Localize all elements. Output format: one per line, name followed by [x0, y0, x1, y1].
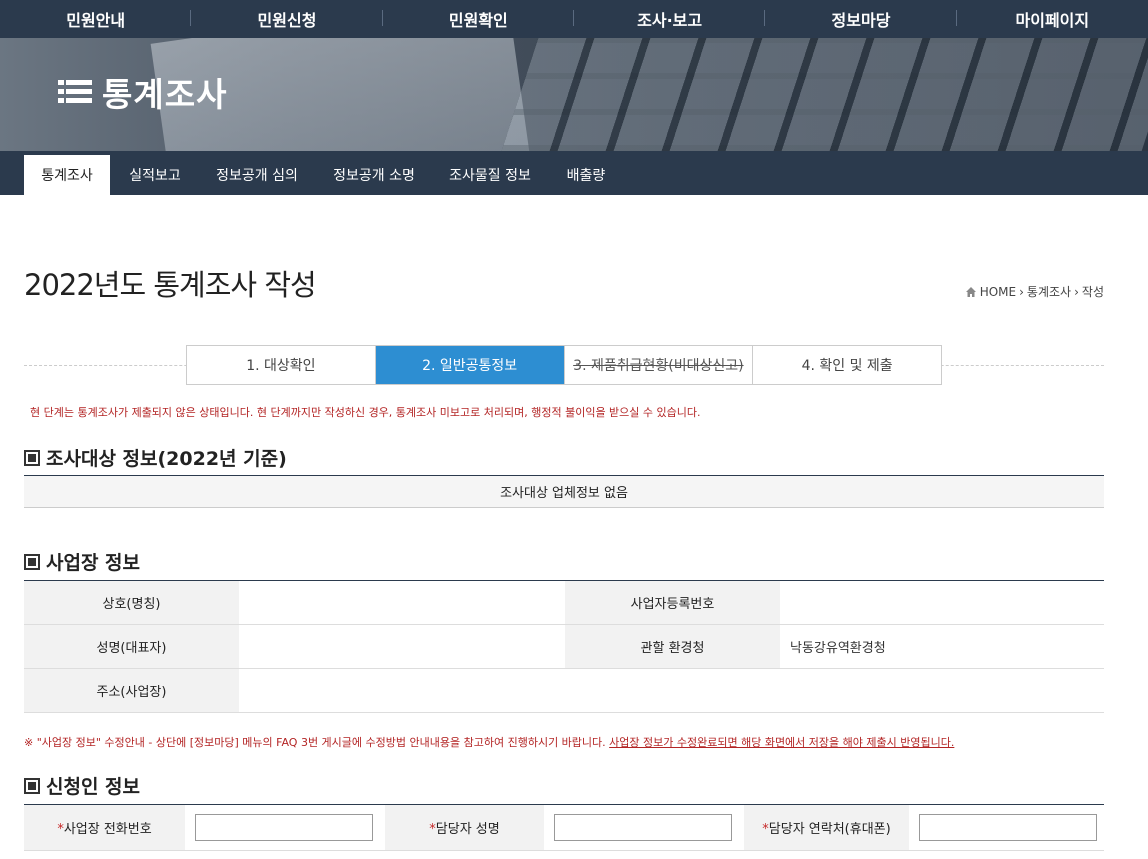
- faq-note-main: ※ "사업장 정보" 수정안내 - 상단에 [정보마당] 메뉴의 FAQ 3번 …: [24, 736, 610, 749]
- section-applicant-heading: 신청인 정보: [46, 776, 141, 798]
- step-general-info[interactable]: 2. 일반공통정보: [375, 346, 565, 384]
- label-business-phone-text: 사업장 전화번호: [63, 822, 152, 837]
- chevron-right-icon: ›: [1074, 284, 1079, 299]
- label-business-phone: *사업장 전화번호: [24, 804, 185, 851]
- sub-nav-item-performance[interactable]: 실적보고: [118, 155, 192, 195]
- top-nav-item-mypage[interactable]: 마이페이지: [957, 0, 1148, 38]
- step-target-check[interactable]: 1. 대상확인: [187, 346, 376, 384]
- banner: 통계조사: [0, 38, 1148, 151]
- section-business-heading: 사업장 정보: [46, 552, 141, 574]
- cell-business-phone: [185, 804, 385, 851]
- value-env-office: 낙동강유역환경청: [780, 624, 1104, 669]
- label-manager-name-text: 담당자 성명: [435, 822, 500, 837]
- section-survey-target-heading: 조사대상 정보(2022년 기준): [46, 448, 287, 470]
- breadcrumb-statistics[interactable]: 통계조사: [1027, 283, 1071, 300]
- step-confirm-submit[interactable]: 4. 확인 및 제출: [753, 346, 941, 384]
- cell-manager-name: [544, 804, 744, 851]
- top-nav-item-survey-report[interactable]: 조사·보고: [574, 0, 766, 38]
- sub-nav-item-substance-info[interactable]: 조사물질 정보: [442, 155, 538, 195]
- survey-target-empty: 조사대상 업체정보 없음: [24, 475, 1104, 508]
- sub-nav-item-emissions[interactable]: 배출량: [556, 155, 616, 195]
- business-info-table: 상호(명칭) 사업자등록번호 성명(대표자) 관할 환경청 낙동강유역환경청 주…: [24, 580, 1104, 713]
- manager-mobile-input[interactable]: [919, 814, 1097, 841]
- label-manager-name: *담당자 성명: [385, 804, 544, 851]
- chevron-right-icon: ›: [1019, 284, 1024, 299]
- square-bullet-icon: [24, 777, 40, 794]
- step-product-handling: 3. 제품취급현황(비대상신고): [565, 346, 754, 384]
- home-icon: [965, 286, 976, 297]
- label-env-office: 관할 환경청: [565, 624, 780, 669]
- applicant-info-table: *사업장 전화번호 *담당자 성명 *담당자 연락처(휴대폰): [24, 804, 1104, 851]
- section-survey-target: 조사대상 정보(2022년 기준): [24, 444, 287, 471]
- square-bullet-icon: [24, 553, 40, 570]
- label-address: 주소(사업장): [24, 668, 239, 713]
- list-icon: [58, 80, 92, 103]
- label-reg-number: 사업자등록번호: [565, 580, 780, 625]
- banner-title: 통계조사: [58, 68, 227, 116]
- table-row: 주소(사업장): [24, 668, 1104, 713]
- breadcrumb-current: 작성: [1081, 285, 1104, 299]
- top-nav-item-civil-guide[interactable]: 민원안내: [0, 0, 192, 38]
- section-business: 사업장 정보: [24, 548, 140, 575]
- page-title: 2022년도 통계조사 작성: [24, 268, 317, 302]
- label-representative: 성명(대표자): [24, 624, 239, 669]
- sub-nav-item-disclosure-explain[interactable]: 정보공개 소명: [324, 155, 424, 195]
- top-nav: 민원안내 민원신청 민원확인 조사·보고 정보마당 마이페이지: [0, 0, 1148, 38]
- section-applicant: 신청인 정보: [24, 772, 140, 799]
- faq-note-underlined: 사업장 정보가 수정완료되면 해당 화면에서 저장을 해야 제출시 반영됩니다.: [609, 736, 955, 749]
- status-notice: 현 단계는 통계조사가 제출되지 않은 상태입니다. 현 단계까지만 작성하신 …: [30, 406, 701, 419]
- manager-name-input[interactable]: [554, 814, 732, 841]
- table-row: 성명(대표자) 관할 환경청 낙동강유역환경청: [24, 624, 1104, 669]
- sub-nav-item-statistics[interactable]: 통계조사: [24, 155, 110, 195]
- value-representative: [239, 624, 565, 669]
- value-address: [239, 668, 1104, 713]
- square-bullet-icon: [24, 449, 40, 466]
- faq-note: ※ "사업장 정보" 수정안내 - 상단에 [정보마당] 메뉴의 FAQ 3번 …: [24, 734, 954, 750]
- breadcrumb: HOME › 통계조사 › 작성: [965, 283, 1104, 300]
- value-reg-number: [780, 580, 1104, 625]
- step-indicator: 1. 대상확인 2. 일반공통정보 3. 제품취급현황(비대상신고) 4. 확인…: [186, 345, 942, 385]
- sub-nav: 통계조사 실적보고 정보공개 심의 정보공개 소명 조사물질 정보 배출량: [0, 151, 1148, 195]
- business-phone-input[interactable]: [195, 814, 373, 841]
- sub-nav-item-disclosure-review[interactable]: 정보공개 심의: [208, 155, 306, 195]
- banner-keyboard-graphic: [501, 38, 1148, 151]
- banner-title-text: 통계조사: [102, 75, 228, 114]
- table-row: 상호(명칭) 사업자등록번호: [24, 580, 1104, 625]
- table-row: *사업장 전화번호 *담당자 성명 *담당자 연락처(휴대폰): [24, 804, 1104, 851]
- label-company-name: 상호(명칭): [24, 580, 239, 625]
- value-company-name: [239, 580, 565, 625]
- top-nav-item-info-plaza[interactable]: 정보마당: [765, 0, 957, 38]
- top-nav-item-civil-check[interactable]: 민원확인: [383, 0, 575, 38]
- breadcrumb-home[interactable]: HOME: [980, 285, 1016, 299]
- top-nav-item-civil-apply[interactable]: 민원신청: [191, 0, 383, 38]
- label-manager-mobile: *담당자 연락처(휴대폰): [744, 804, 909, 851]
- label-manager-mobile-text: 담당자 연락처(휴대폰): [768, 822, 891, 837]
- cell-manager-mobile: [909, 804, 1104, 851]
